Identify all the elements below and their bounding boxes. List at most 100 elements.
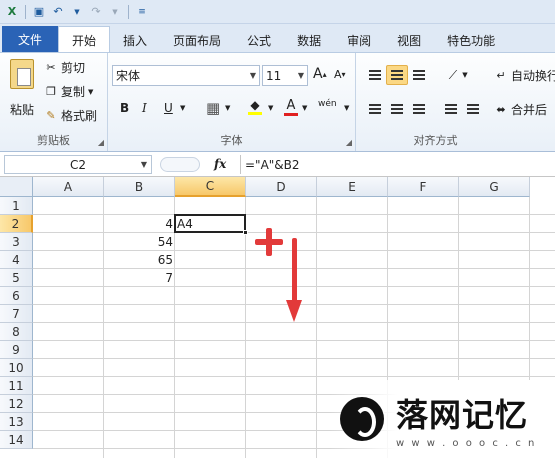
font-launcher-icon[interactable]: ◢	[346, 138, 352, 147]
decrease-indent-icon	[445, 104, 457, 114]
decrease-indent-button[interactable]	[440, 99, 462, 119]
font-color-button[interactable]: A	[284, 98, 298, 116]
redo-dropdown-icon[interactable]: ▼	[107, 4, 123, 20]
tab-file[interactable]: 文件	[2, 26, 58, 52]
fill-handle[interactable]	[243, 230, 248, 235]
row-header-11[interactable]: 11	[0, 377, 33, 395]
clipboard-launcher-icon[interactable]: ◢	[98, 138, 104, 147]
chevron-down-icon: ▼	[297, 71, 304, 80]
grow-font-button[interactable]: A ▴	[313, 66, 327, 82]
formula-input[interactable]: ="A"&B2	[240, 155, 552, 174]
wrap-text-button[interactable]: ↵ 自动换行	[494, 67, 555, 84]
italic-button[interactable]: I	[142, 101, 147, 115]
phonetic-dropdown-icon[interactable]: ▼	[344, 104, 349, 112]
cut-label: 剪切	[61, 61, 86, 75]
select-all-button[interactable]	[0, 177, 33, 197]
row-header-10[interactable]: 10	[0, 359, 33, 377]
customize-icon[interactable]: ≡	[134, 4, 150, 20]
underline-button[interactable]: U	[164, 101, 173, 115]
tab-home[interactable]: 开始	[58, 26, 111, 53]
tab-insert[interactable]: 插入	[110, 28, 160, 52]
orientation-dropdown-icon[interactable]: ▼	[460, 65, 470, 85]
watermark-logo-icon	[340, 397, 384, 441]
tab-special-features[interactable]: 特色功能	[434, 28, 508, 52]
row-header-14[interactable]: 14	[0, 431, 33, 449]
row-header-2[interactable]: 2	[0, 215, 33, 233]
undo-icon[interactable]: ↶	[50, 4, 66, 20]
column-header-d[interactable]: D	[246, 177, 317, 197]
cell-b5[interactable]: 7	[104, 269, 175, 287]
borders-button[interactable]: ▦	[206, 99, 220, 117]
format-painter-button[interactable]: ✎ 格式刷	[44, 107, 97, 124]
increase-indent-button[interactable]	[462, 99, 484, 119]
column-header-e[interactable]: E	[317, 177, 388, 197]
cell-b3[interactable]: 54	[104, 233, 175, 251]
redo-icon[interactable]: ↷	[88, 4, 104, 20]
name-box[interactable]: C2 ▼	[4, 155, 152, 174]
row-header-9[interactable]: 9	[0, 341, 33, 359]
shrink-font-button[interactable]: A ▾	[334, 68, 346, 81]
align-top-button[interactable]	[364, 65, 386, 85]
fill-color-dropdown-icon[interactable]: ▼	[268, 104, 273, 112]
copy-icon: ❐	[46, 85, 56, 98]
ribbon-tabs: 文件 开始 插入 页面布局 公式 数据 审阅 视图 特色功能	[0, 24, 555, 53]
align-middle-button[interactable]	[386, 65, 408, 85]
column-header-a[interactable]: A	[33, 177, 104, 197]
fill-color-button[interactable]: ◆	[248, 98, 262, 115]
row-header-3[interactable]: 3	[0, 233, 33, 251]
separator	[25, 4, 26, 19]
alignment-group: ⟋ ▼ ↵ 自动换行 ⬌ 合并后 对齐方式	[356, 53, 555, 151]
underline-dropdown-icon[interactable]: ▼	[180, 104, 185, 112]
font-size-select[interactable]: 11 ▼	[262, 65, 308, 86]
clipboard-group: 粘贴 ✂ 剪切 ❐ 复制 ▼ ✎ 格式刷 剪贴板 ◢	[0, 53, 108, 151]
chevron-down-icon: ▼	[249, 71, 256, 80]
paste-icon	[10, 59, 34, 89]
column-header-f[interactable]: F	[388, 177, 459, 197]
formula-bar-splitter[interactable]	[160, 157, 200, 172]
save-icon[interactable]: ▣	[31, 4, 47, 20]
watermark: 落网记忆 w w w . o o o c . c n	[330, 380, 555, 458]
paste-button[interactable]: 粘贴	[6, 59, 38, 118]
column-header-g[interactable]: G	[459, 177, 530, 197]
row-header-5[interactable]: 5	[0, 269, 33, 287]
tab-page-layout[interactable]: 页面布局	[160, 28, 234, 52]
column-header-c[interactable]: C	[175, 177, 246, 197]
cell-b2[interactable]: 4	[104, 215, 175, 233]
tab-review[interactable]: 审阅	[334, 28, 384, 52]
font-name-select[interactable]: 宋体 ▼	[112, 65, 260, 86]
tab-data[interactable]: 数据	[284, 28, 334, 52]
formula-bar: C2 ▼ fx ="A"&B2	[0, 153, 555, 177]
column-header-b[interactable]: B	[104, 177, 175, 197]
phonetic-label: wén	[318, 99, 337, 109]
insert-function-button[interactable]: fx	[214, 157, 226, 171]
cell-b4[interactable]: 65	[104, 251, 175, 269]
undo-dropdown-icon[interactable]: ▼	[69, 4, 85, 20]
paint-bucket-icon: ◆	[248, 98, 262, 115]
merge-center-button[interactable]: ⬌ 合并后	[494, 101, 547, 118]
align-right-button[interactable]	[408, 99, 430, 119]
tab-formulas[interactable]: 公式	[234, 28, 284, 52]
bold-button[interactable]: B	[120, 101, 129, 115]
borders-dropdown-icon[interactable]: ▼	[225, 104, 230, 112]
row-header-8[interactable]: 8	[0, 323, 33, 341]
cut-button[interactable]: ✂ 剪切	[44, 59, 85, 76]
tab-view[interactable]: 视图	[384, 28, 434, 52]
align-left-button[interactable]	[364, 99, 386, 119]
align-center-icon	[391, 104, 403, 114]
row-header-7[interactable]: 7	[0, 305, 33, 323]
row-header-13[interactable]: 13	[0, 413, 33, 431]
row-header-12[interactable]: 12	[0, 395, 33, 413]
copy-dropdown-icon[interactable]: ▼	[88, 88, 93, 96]
row-header-1[interactable]: 1	[0, 197, 33, 215]
copy-button[interactable]: ❐ 复制 ▼	[44, 83, 93, 100]
font-color-label: A	[286, 98, 296, 113]
phonetic-button[interactable]: wén	[318, 99, 337, 109]
row-header-4[interactable]: 4	[0, 251, 33, 269]
quick-access-toolbar: X ▣ ↶ ▼ ↷ ▼ ≡	[0, 0, 555, 24]
font-color-dropdown-icon[interactable]: ▼	[302, 104, 307, 112]
row-header-6[interactable]: 6	[0, 287, 33, 305]
align-bottom-button[interactable]	[408, 65, 430, 85]
underline-label: U	[164, 101, 173, 115]
align-bottom-icon	[413, 70, 425, 80]
align-center-button[interactable]	[386, 99, 408, 119]
